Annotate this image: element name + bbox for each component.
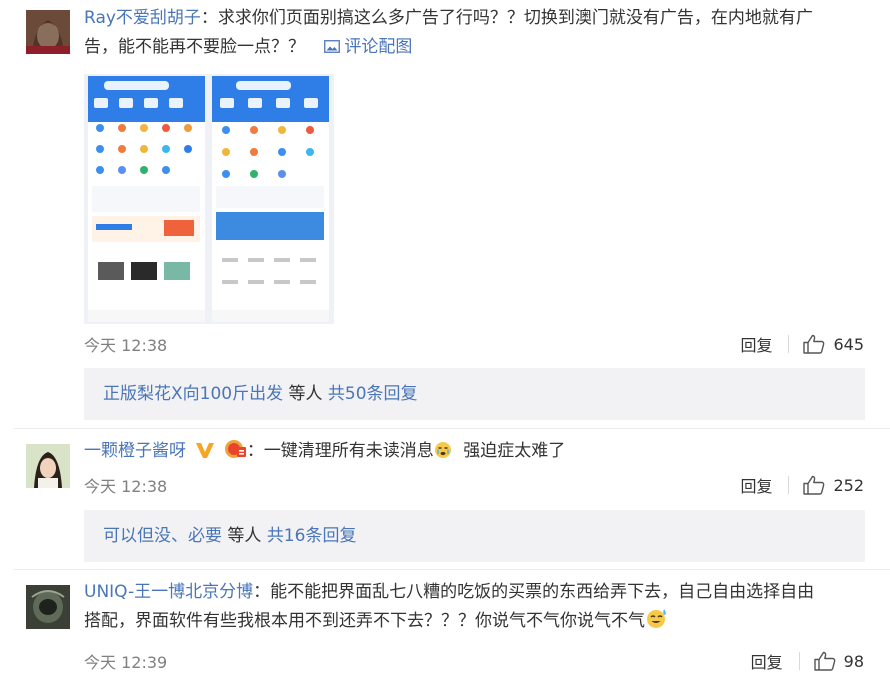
reply-button[interactable]: 回复 [751,649,783,673]
reply-button[interactable]: 回复 [740,332,772,356]
username-link[interactable]: 一颗橙子酱呀 [84,441,186,461]
username-link[interactable]: UNIQ-王一博北京分博 [84,582,253,602]
view-replies-link[interactable]: 共50条回复 [328,384,418,404]
image-link[interactable]: 评论配图 [324,37,412,57]
like-button[interactable]: 645 [803,334,864,354]
like-count: 98 [843,651,864,671]
comment-text: 一颗橙子酱呀 ：一键清理所有未读消息 强迫症太难了 [84,437,565,466]
verified-v-icon [196,443,215,458]
avatar[interactable] [26,444,70,488]
like-count: 645 [833,334,864,354]
comment-actions: 回复 98 [751,649,864,673]
thumbs-up-icon [803,475,825,495]
thumbs-up-icon [803,334,825,354]
image-icon [324,40,341,53]
reply-button[interactable]: 回复 [740,473,772,497]
comment-divider [14,428,890,429]
comment-actions: 回复 252 [740,473,864,497]
thumbs-up-icon [813,651,836,671]
reply-user-link[interactable]: 正版梨花X向100斤出发 [103,384,283,404]
like-count: 252 [833,475,864,495]
avatar[interactable] [26,585,70,629]
like-button[interactable]: 98 [813,651,864,671]
divider [788,335,790,353]
comment-divider [14,569,890,570]
avatar[interactable] [26,10,70,54]
comment-image[interactable] [84,74,334,324]
member-badge-icon [224,440,246,458]
comment-actions: 回复 645 [740,332,864,356]
comment-text: Ray不爱刮胡子：求求你们页面别搞这么多广告了行吗？？切换到澳门就没有广告，在内… [84,8,813,57]
comment-text: UNIQ-王一博北京分博：能不能把界面乱七八糟的吃饭的买票的东西给弄下去，自己自… [84,582,815,631]
view-replies-link[interactable]: 共16条回复 [267,526,357,546]
comment-time: 今天 12:38 [84,477,168,496]
comment-time: 今天 12:38 [84,336,168,355]
reply-thread-summary[interactable]: 正版梨花X向100斤出发 等人 共50条回复 [84,368,865,420]
reply-thread-summary[interactable]: 可以但没、必要 等人 共16条回复 [84,510,865,562]
username-link[interactable]: Ray不爱刮胡子 [84,8,201,28]
crying-face-icon [434,442,451,458]
comment-time: 今天 12:39 [84,653,168,672]
divider [788,476,790,494]
sweat-smile-icon [647,609,666,628]
reply-user-link[interactable]: 可以但没、必要 [103,526,222,546]
divider [798,652,800,670]
like-button[interactable]: 252 [803,475,864,495]
